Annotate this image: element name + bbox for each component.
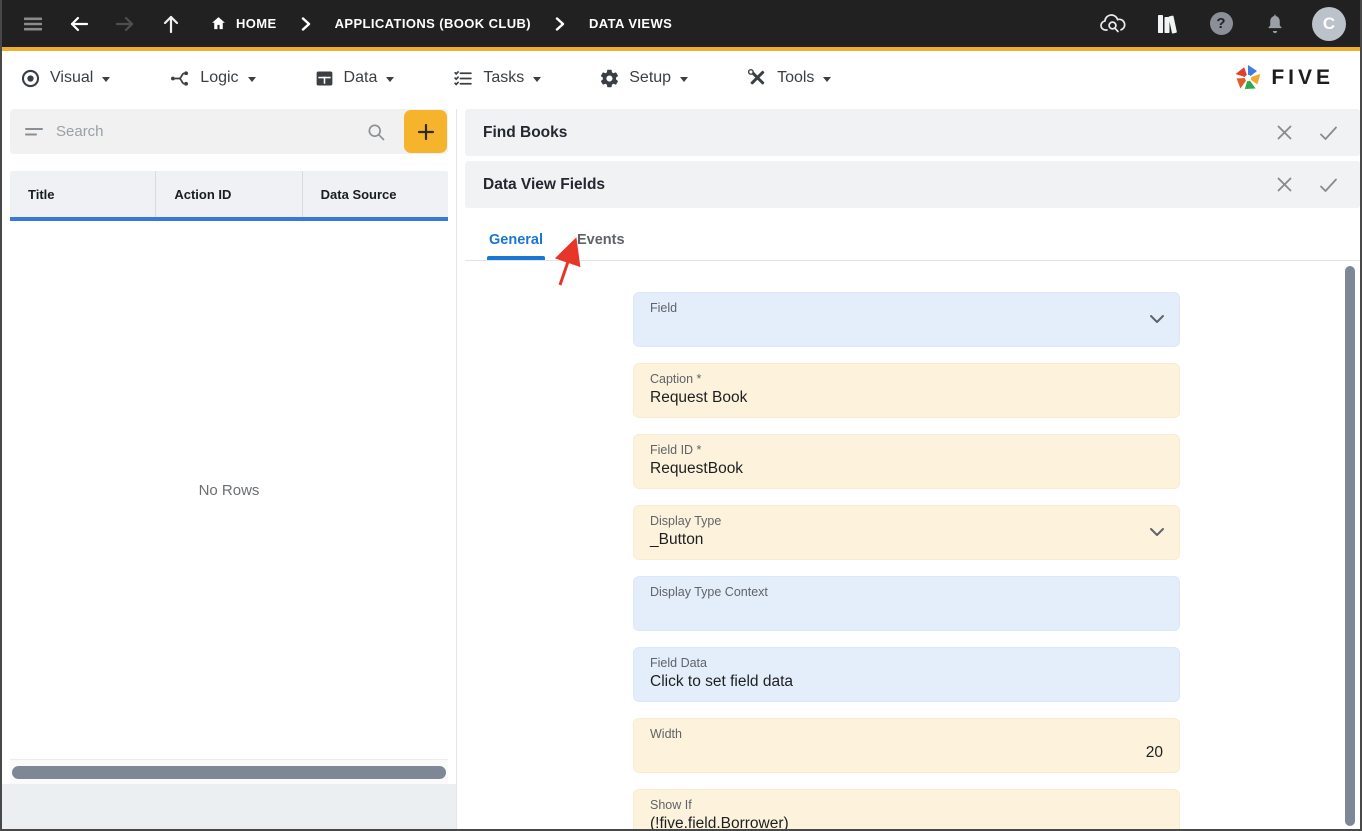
- menu-setup[interactable]: Setup: [599, 68, 688, 89]
- menu-tasks[interactable]: Tasks: [452, 68, 541, 89]
- data-table-icon: [314, 68, 335, 89]
- close-icon[interactable]: [1276, 176, 1293, 193]
- tab-bar: General Events: [465, 213, 1360, 261]
- top-bar: HOME APPLICATIONS (BOOK CLUB) DATA VIEWS: [2, 0, 1360, 51]
- column-header-action-id[interactable]: Action ID: [155, 171, 301, 217]
- logic-icon: [168, 68, 191, 89]
- form-field-width[interactable]: Width 20: [633, 718, 1180, 773]
- panel-footer: [2, 784, 456, 829]
- close-icon[interactable]: [1276, 124, 1293, 141]
- five-pinwheel-icon: [1233, 63, 1263, 93]
- table-body: No Rows: [10, 221, 448, 759]
- search-input[interactable]: [56, 123, 366, 140]
- chevron-right-icon: [555, 17, 565, 31]
- breadcrumb-data-views[interactable]: DATA VIEWS: [589, 16, 672, 31]
- chevron-down-icon: [823, 77, 831, 82]
- breadcrumb-home[interactable]: HOME: [210, 15, 277, 32]
- cloud-search-icon[interactable]: [1096, 7, 1130, 41]
- form-field-display-type-context[interactable]: Display Type Context: [633, 576, 1180, 631]
- menu-visual[interactable]: Visual: [20, 68, 110, 89]
- tab-events[interactable]: Events: [577, 232, 625, 260]
- five-logo: FIVE: [1233, 63, 1342, 93]
- form-field-caption[interactable]: Caption * Request Book: [633, 363, 1180, 418]
- chevron-down-icon: [1149, 311, 1165, 329]
- table-header: Title Action ID Data Source: [10, 171, 448, 217]
- visual-icon: [20, 68, 41, 89]
- menu-data[interactable]: Data: [314, 68, 395, 89]
- up-arrow-icon[interactable]: [154, 7, 188, 41]
- vertical-scrollbar-thumb[interactable]: [1345, 266, 1355, 826]
- library-books-icon[interactable]: [1150, 7, 1184, 41]
- detail-panel: Find Books Data View Fields: [457, 109, 1360, 829]
- brand-wordmark: FIVE: [1271, 66, 1334, 90]
- confirm-check-icon[interactable]: [1319, 125, 1338, 141]
- menu-tools[interactable]: Tools: [746, 68, 831, 89]
- page-title: Find Books: [483, 124, 567, 142]
- chevron-down-icon: [386, 77, 394, 82]
- tools-icon: [746, 68, 768, 89]
- breadcrumb-applications[interactable]: APPLICATIONS (BOOK CLUB): [335, 16, 531, 31]
- back-arrow-icon[interactable]: [62, 7, 96, 41]
- horizontal-scrollbar-thumb[interactable]: [12, 766, 446, 779]
- hamburger-menu-icon[interactable]: [16, 7, 50, 41]
- tasks-checklist-icon: [452, 68, 474, 89]
- app-window: HOME APPLICATIONS (BOOK CLUB) DATA VIEWS: [0, 0, 1362, 831]
- chevron-down-icon: [680, 77, 688, 82]
- menu-bar: Visual Logic Data Tasks: [2, 51, 1360, 105]
- section-title: Data View Fields: [483, 176, 605, 194]
- data-view-fields-header: Data View Fields: [465, 161, 1360, 208]
- column-header-data-source[interactable]: Data Source: [302, 171, 448, 217]
- avatar[interactable]: C: [1312, 7, 1346, 41]
- form-field-field[interactable]: Field: [633, 292, 1180, 347]
- add-button[interactable]: [404, 110, 447, 153]
- help-icon[interactable]: ?: [1204, 7, 1238, 41]
- forward-arrow-icon[interactable]: [108, 7, 142, 41]
- column-header-title[interactable]: Title: [10, 171, 155, 217]
- data-views-list-panel: Title Action ID Data Source No Rows: [2, 109, 457, 829]
- form-field-field-id[interactable]: Field ID * RequestBook: [633, 434, 1180, 489]
- chevron-down-icon: [102, 77, 110, 82]
- form-field-show-if[interactable]: Show If (!five.field.Borrower): [633, 789, 1180, 829]
- empty-state-message: No Rows: [199, 482, 260, 499]
- find-books-header: Find Books: [465, 109, 1360, 156]
- chevron-down-icon: [533, 77, 541, 82]
- notifications-bell-icon[interactable]: [1258, 7, 1292, 41]
- chevron-down-icon: [248, 77, 256, 82]
- tab-general[interactable]: General: [489, 232, 543, 260]
- search-icon[interactable]: [366, 122, 386, 142]
- plus-icon: [416, 122, 436, 142]
- chevron-right-icon: [301, 17, 311, 31]
- form-area: Field Caption * Request Book Field ID * …: [465, 261, 1360, 829]
- gear-icon: [599, 68, 620, 89]
- menu-logic[interactable]: Logic: [168, 68, 255, 89]
- filter-list-icon[interactable]: [24, 124, 44, 140]
- breadcrumb: HOME APPLICATIONS (BOOK CLUB) DATA VIEWS: [210, 15, 672, 32]
- horizontal-scrollbar: [10, 759, 448, 784]
- form-field-field-data[interactable]: Field Data Click to set field data: [633, 647, 1180, 702]
- home-icon: [210, 15, 227, 32]
- form-field-display-type[interactable]: Display Type _Button: [633, 505, 1180, 560]
- main-content: Title Action ID Data Source No Rows Find…: [2, 105, 1360, 829]
- chevron-down-icon: [1149, 524, 1165, 542]
- confirm-check-icon[interactable]: [1319, 177, 1338, 193]
- search-bar: [10, 109, 448, 154]
